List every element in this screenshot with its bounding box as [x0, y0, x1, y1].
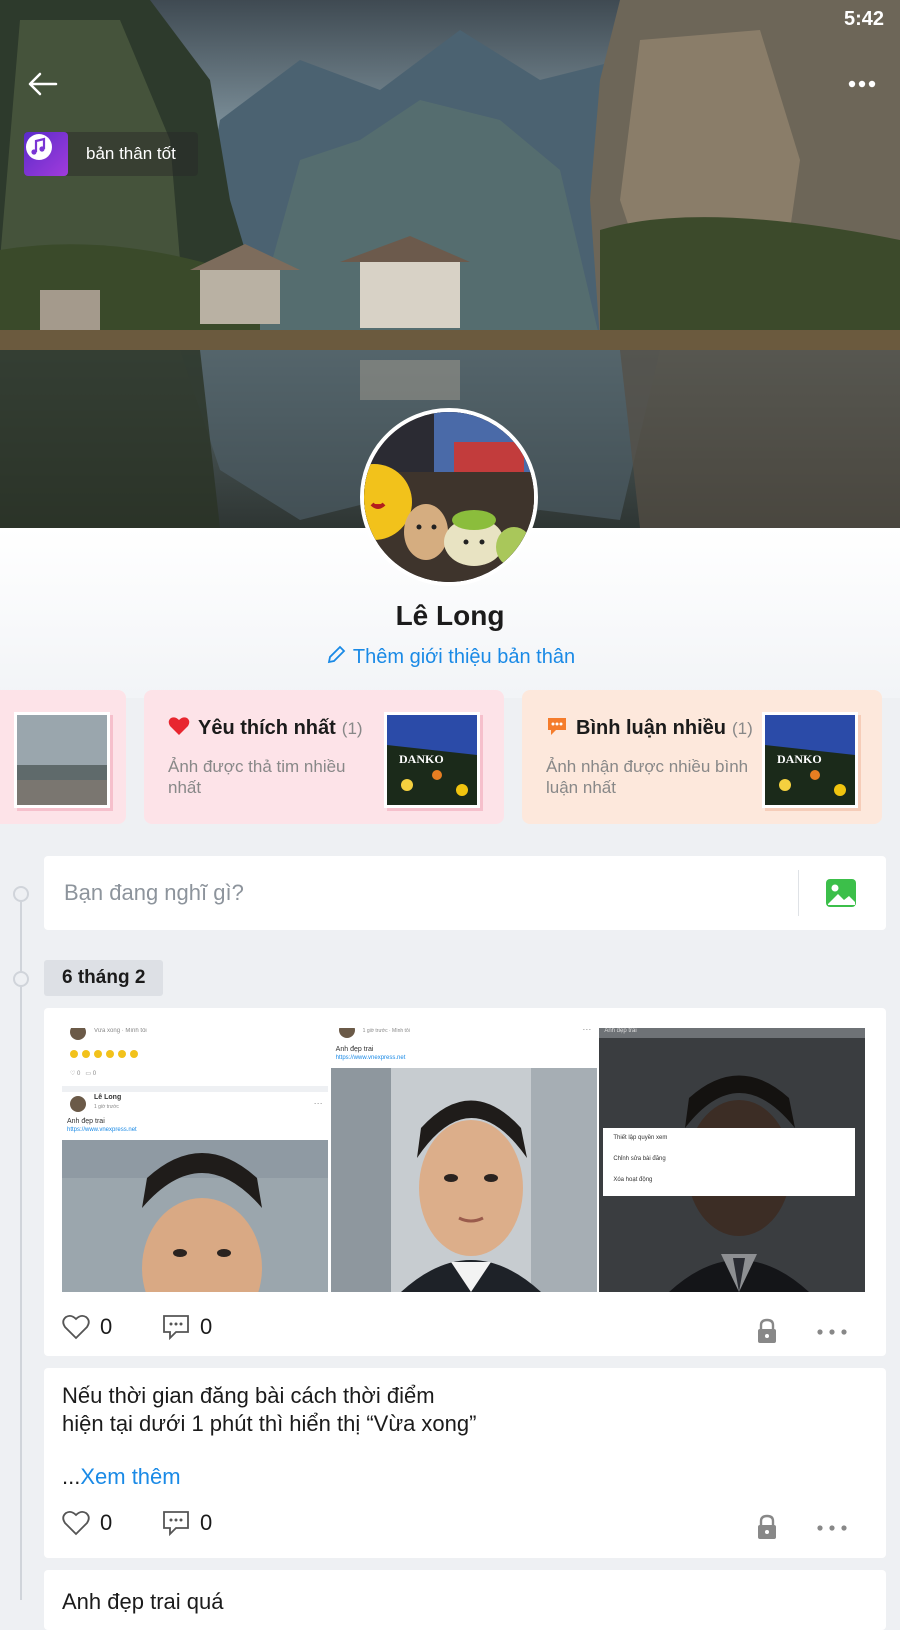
- post-text: Anh đẹp trai quá: [62, 1589, 224, 1614]
- privacy-lock-icon[interactable]: [752, 1316, 782, 1346]
- timeline-dot: [13, 886, 29, 902]
- compose-input[interactable]: Bạn đang nghĩ gì?: [64, 880, 244, 906]
- comment-icon: [548, 718, 566, 735]
- highlight-desc: Ảnh được thả tim nhiều nhất: [168, 757, 346, 797]
- mini-status: Vừa xong · Mình tôi: [94, 1028, 147, 1034]
- timeline-date: 6 tháng 2: [44, 960, 164, 996]
- post-more-button[interactable]: [812, 1520, 852, 1536]
- ellipsis: ...: [62, 1464, 81, 1489]
- highlight-card-most-commented[interactable]: Bình luận nhiều (1) Ảnh nhận được nhiều b…: [522, 690, 882, 824]
- mini-more-icon: ···: [313, 1098, 323, 1108]
- mini-link: https://www.vnexpress.net: [67, 1127, 137, 1133]
- highlight-thumbnail: [14, 712, 110, 808]
- avatar-photo: [364, 412, 534, 582]
- mini-author: Lê Long: [94, 1094, 122, 1101]
- back-button[interactable]: [22, 64, 62, 104]
- highlight-thumbnail: DANKO: [384, 712, 480, 808]
- more-options-button[interactable]: [842, 64, 882, 104]
- more-dots-icon: [817, 1329, 847, 1335]
- post-actions: 0 0: [62, 1510, 868, 1550]
- like-button[interactable]: 0: [62, 1510, 112, 1536]
- mini-text: Anh đẹp trai: [335, 1046, 374, 1053]
- see-more-link[interactable]: Xem thêm: [80, 1464, 180, 1489]
- svg-text:DANKO: DANKO: [777, 752, 822, 766]
- post-card[interactable]: Anh đẹp trai quá: [44, 1570, 886, 1630]
- timeline-dot: [13, 971, 29, 987]
- mini-time: 1 giờ trước: [94, 1104, 119, 1110]
- status-clock: 5:42: [843, 8, 884, 30]
- mini-menu-item: Thiết lập quyền xem: [613, 1135, 668, 1141]
- mini-title: Anh đẹp trai: [604, 1028, 637, 1034]
- mini-menu-item: Chỉnh sửa bài đăng: [613, 1156, 666, 1162]
- highlight-title: Yêu thích nhất (1): [168, 716, 363, 740]
- highlight-count: (1): [732, 719, 753, 738]
- comment-button[interactable]: 0: [162, 1314, 212, 1340]
- music-note-icon: [24, 132, 68, 176]
- mini-context-menu: Thiết lập quyền xem Chỉnh sửa bài đăng X…: [603, 1128, 856, 1196]
- see-more: ...Xem thêm: [62, 1464, 181, 1490]
- comment-outline-icon: [163, 1315, 189, 1340]
- post-image-content: [330, 1028, 597, 1292]
- post-text: Nếu thời gian đăng bài cách thời điểm hi…: [62, 1383, 477, 1436]
- timeline-line: [20, 890, 22, 1600]
- highlight-thumbnail: DANKO: [762, 712, 858, 808]
- like-count: 0: [100, 1510, 113, 1535]
- privacy-lock-icon[interactable]: [752, 1512, 782, 1542]
- comment-outline-icon: [163, 1511, 189, 1536]
- highlight-title: Bình luận nhiều (1): [546, 716, 753, 740]
- svg-text:DANKO: DANKO: [399, 752, 444, 766]
- more-dots-icon: [848, 80, 876, 88]
- highlight-count: (1): [341, 719, 363, 738]
- music-title: bản thân tốt: [86, 144, 176, 163]
- heart-outline-icon: [62, 1510, 90, 1536]
- add-bio-label: Thêm giới thiệu bản thân: [352, 646, 576, 668]
- post-actions: 0 0: [62, 1314, 868, 1354]
- mini-menu-item: Xóa hoạt động: [613, 1177, 653, 1183]
- mini-more-icon: ···: [582, 1028, 592, 1034]
- mini-text: Anh đẹp trai: [67, 1118, 105, 1125]
- photo-icon: [826, 879, 856, 907]
- post-image-grid: Vừa xong · Mình tôi ♡ 0 ▭ 0 Lê Long 1 gi…: [62, 1028, 867, 1292]
- post-image[interactable]: Anh đẹp trai Thiết lập quyền xem Chỉnh s…: [599, 1028, 867, 1292]
- highlight-title-text: Yêu thích nhất: [198, 717, 336, 739]
- post-card[interactable]: Vừa xong · Mình tôi ♡ 0 ▭ 0 Lê Long 1 gi…: [44, 1008, 886, 1356]
- pencil-icon: [327, 645, 346, 664]
- comment-count: 0: [200, 1314, 213, 1339]
- post-image-content: [62, 1028, 328, 1292]
- heart-icon: [168, 717, 190, 735]
- avatar[interactable]: [360, 408, 538, 586]
- mini-reactions: ♡ 0 ▭ 0: [70, 1071, 97, 1077]
- comment-count: 0: [200, 1510, 213, 1535]
- post-image[interactable]: Vừa xong · Mình tôi ♡ 0 ▭ 0 Lê Long 1 gi…: [62, 1028, 329, 1292]
- mini-link: https://www.vnexpress.net: [335, 1055, 406, 1061]
- profile-name: Lê Long: [395, 600, 505, 631]
- mini-status: 1 giờ trước · Mình tôi: [362, 1028, 410, 1034]
- compose-box[interactable]: Bạn đang nghĩ gì?: [44, 856, 886, 930]
- highlight-title-text: Bình luận nhiều: [576, 717, 726, 739]
- profile-music-chip[interactable]: bản thân tốt: [24, 132, 198, 176]
- post-image[interactable]: 1 giờ trước · Mình tôi Anh đẹp trai http…: [330, 1028, 598, 1292]
- post-card[interactable]: Nếu thời gian đăng bài cách thời điểm hi…: [44, 1368, 886, 1558]
- status-bar: 5:42: [0, 0, 900, 36]
- highlight-card-most-liked[interactable]: Yêu thích nhất (1) Ảnh được thả tim nhiều…: [144, 690, 504, 824]
- compose-divider: [798, 870, 799, 916]
- comment-button[interactable]: 0: [162, 1510, 212, 1536]
- highlight-desc: Ảnh nhận được nhiều bình luận nhất: [546, 757, 749, 797]
- add-photo-button[interactable]: [824, 876, 858, 910]
- like-button[interactable]: 0: [62, 1314, 112, 1340]
- post-more-button[interactable]: [812, 1324, 852, 1340]
- like-count: 0: [100, 1314, 113, 1339]
- highlight-card-partial[interactable]: [0, 690, 126, 824]
- add-bio-link[interactable]: Thêm giới thiệu bản thân: [0, 644, 900, 669]
- more-dots-icon: [817, 1525, 847, 1531]
- back-arrow-icon: [28, 72, 58, 96]
- heart-outline-icon: [62, 1314, 90, 1340]
